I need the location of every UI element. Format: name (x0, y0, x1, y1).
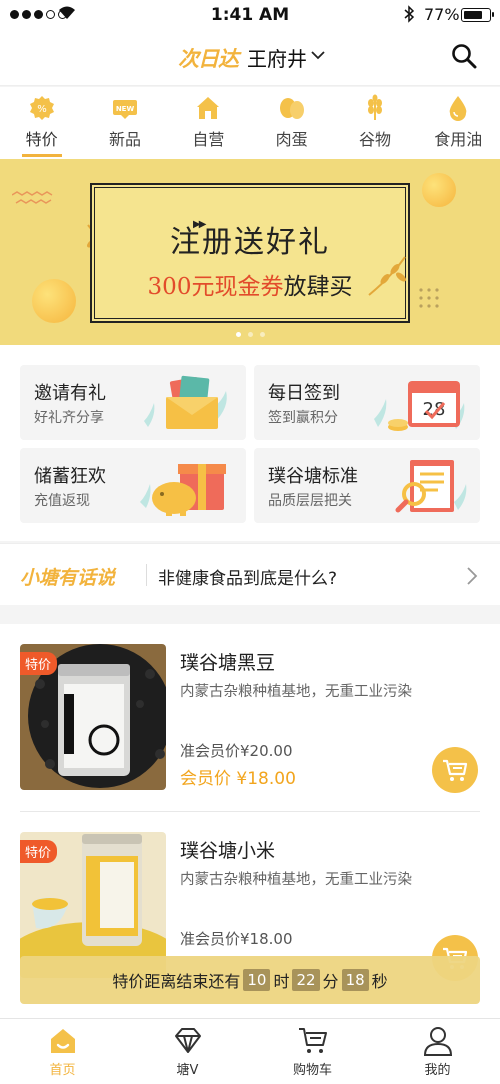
news-brand: 小塘有话说 (20, 567, 116, 589)
chevron-down-icon[interactable] (311, 51, 325, 60)
category-tab-self-run[interactable]: 自营 (167, 87, 250, 159)
tab-cart[interactable]: 购物车 (250, 1019, 375, 1084)
envelope-icon (144, 375, 227, 429)
active-tab-indicator (21, 154, 62, 157)
product-card[interactable]: 特价 璞谷塘黑豆 内蒙古杂粮种植基地，无重工业污染 准会员价¥20.00 会员价… (20, 644, 480, 812)
oil-drop-icon (449, 96, 467, 121)
chevron-right-icon[interactable] (466, 566, 478, 586)
tab-vip[interactable]: 塘V (125, 1019, 250, 1084)
top-header: 次日达 王府井 (0, 30, 500, 86)
product-desc: 内蒙古杂粮种植基地，无重工业污染 (180, 684, 412, 700)
category-tab-new[interactable]: NEW 新品 (83, 87, 166, 159)
carousel-dot[interactable] (235, 332, 241, 337)
feature-standard[interactable]: 璞谷塘标准 品质层层把关 (254, 448, 480, 523)
feature-invite[interactable]: 邀请有礼 好礼齐分享 (20, 365, 246, 440)
svg-text:%: % (37, 104, 47, 115)
carousel-dots[interactable] (0, 332, 500, 337)
promo-card: ▶▶ 注册送好礼 300元现金券放肆买 (90, 183, 410, 323)
member-price: 会员价 ¥18.00 (180, 769, 296, 789)
diamond-icon (174, 1028, 201, 1053)
profile-icon (423, 1027, 452, 1056)
cart-icon (443, 759, 468, 781)
store-icon (197, 97, 220, 119)
category-tab-grain[interactable]: 谷物 (333, 87, 416, 159)
banner-subtitle: 300元现金券放肆买 (147, 274, 353, 300)
banner-title: 注册送好礼 (170, 225, 330, 260)
divider (20, 811, 480, 812)
battery-icon (461, 8, 494, 22)
dot-grid-decoration (419, 288, 439, 308)
discount-icon: % (29, 96, 54, 120)
news-ticker[interactable]: 小塘有话说 非健康食品到底是什么? (0, 543, 500, 605)
city-selector[interactable]: 王府井 (247, 43, 307, 72)
piggy-bank-icon (140, 464, 226, 516)
product-desc: 内蒙古杂粮种植基地，无重工业污染 (180, 872, 412, 888)
category-tab-meat-egg[interactable]: 肉蛋 (250, 87, 333, 159)
divider (146, 564, 147, 586)
tab-home[interactable]: 首页 (0, 1019, 125, 1084)
category-tab-discount[interactable]: % 特价 (0, 87, 83, 159)
category-tabs: % 特价 NEW 新品 自营 肉蛋 谷物 食用油 (0, 87, 500, 159)
bottom-tab-bar: 首页 塘V 购物车 我的 (0, 1018, 500, 1084)
countdown-hours: 10 (243, 969, 271, 991)
home-icon (50, 1029, 75, 1053)
add-to-cart-button[interactable] (432, 747, 478, 793)
grain-icon (367, 94, 382, 120)
new-badge-icon: NEW (112, 100, 137, 119)
svg-text:NEW: NEW (116, 105, 135, 113)
countdown-minutes: 22 (292, 969, 320, 991)
feature-checkin[interactable]: 每日签到 签到赢积分 28 (254, 365, 480, 440)
calendar-icon: 28 (374, 381, 465, 431)
brand-logo: 次日达 (178, 47, 239, 71)
decor-circle (32, 279, 76, 323)
sale-tag: 特价 (20, 840, 58, 863)
pre-member-price: 准会员价¥18.00 (180, 930, 293, 948)
bluetooth-icon (404, 5, 415, 23)
sale-tag: 特价 (20, 652, 58, 675)
cart-icon (298, 1028, 327, 1053)
wave-decoration (12, 191, 53, 204)
wheat-right-decoration (368, 256, 406, 296)
countdown-seconds: 18 (341, 969, 369, 991)
product-name[interactable]: 璞谷塘小米 (180, 836, 275, 863)
feature-savings[interactable]: 储蓄狂欢 充值返现 (20, 448, 246, 523)
sale-countdown: 特价距离结束还有 10 时 22 分 18 秒 (20, 956, 480, 1004)
feature-grid: 邀请有礼 好礼齐分享 每日签到 签到赢积分 28 储蓄狂欢 充值返现 璞谷塘标准… (0, 345, 500, 541)
category-tab-oil[interactable]: 食用油 (417, 87, 500, 159)
battery-percent: 77% (424, 5, 460, 24)
search-icon[interactable] (451, 43, 477, 69)
decor-circle (422, 173, 456, 207)
meat-egg-icon (279, 98, 304, 119)
play-arrows-icon: ▶▶ (193, 219, 206, 230)
carousel-dot[interactable] (259, 332, 265, 337)
pre-member-price: 准会员价¥20.00 (180, 742, 293, 760)
status-bar: 1:41 AM 77% (0, 0, 500, 30)
tab-profile[interactable]: 我的 (375, 1019, 500, 1084)
promo-banner[interactable]: ▶▶ 注册送好礼 300元现金券放肆买 (0, 159, 500, 345)
carousel-dot[interactable] (247, 332, 253, 337)
magnifier-doc-icon (395, 460, 467, 513)
news-headline[interactable]: 非健康食品到底是什么? (158, 564, 337, 589)
product-name[interactable]: 璞谷塘黑豆 (180, 648, 275, 675)
